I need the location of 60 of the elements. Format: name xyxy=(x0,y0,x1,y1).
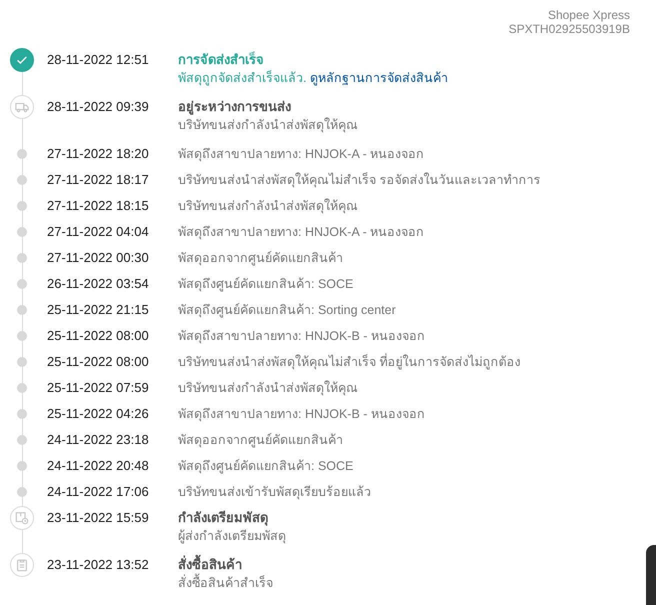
event-title: กำลังเตรียมพัสดุ xyxy=(178,509,269,527)
event-description: พัสดุถึงศูนย์คัดแยกสินค้า: Sorting center xyxy=(178,302,397,319)
event-description: บริษัทขนส่งกำลังนำส่งพัสดุให้คุณ xyxy=(178,116,359,134)
event-time: 24-11-2022 20:48 xyxy=(47,457,150,475)
event-description: พัสดุถึงสาขาปลายทาง: HNJOK-A - หนองจอก xyxy=(178,146,426,163)
event-time: 25-11-2022 07:59 xyxy=(47,379,150,397)
event-description: พัสดุถึงสาขาปลายทาง: HNJOK-B - หนองจอก xyxy=(178,406,426,423)
event-description: พัสดุออกจากศูนย์คัดแยกสินค้า xyxy=(178,250,344,267)
event-time: 27-11-2022 18:20 xyxy=(47,145,150,163)
event-title: อยู่ระหว่างการขนส่ง xyxy=(178,98,292,116)
carrier-name: Shopee Xpress xyxy=(548,8,630,22)
timeline-dot xyxy=(17,305,27,315)
event-description: บริษัทขนส่งนำส่งพัสดุให้คุณไม่สำเร็จ รอจัดส่งในวันและเวลาทำการ xyxy=(178,171,542,189)
event-description: พัสดุถึงสาขาปลายทาง: HNJOK-B - หนองจอก xyxy=(178,328,426,345)
event-description: พัสดุออกจากศูนย์คัดแยกสินค้า xyxy=(178,432,344,449)
timeline-dot xyxy=(17,279,27,289)
event-title: การจัดส่งสำเร็จ xyxy=(178,51,265,69)
timeline-dot xyxy=(17,175,27,185)
timeline-dot xyxy=(17,435,27,445)
package-clock-icon xyxy=(15,511,29,525)
timeline-dot xyxy=(17,331,27,341)
timeline-dot xyxy=(17,461,27,471)
event-time: 27-11-2022 18:15 xyxy=(47,197,150,215)
timeline-dot xyxy=(17,383,27,393)
event-title: สั่งซื้อสินค้า xyxy=(178,556,656,574)
clipboard-icon xyxy=(15,558,29,572)
event-time: 25-11-2022 08:00 xyxy=(47,327,150,345)
event-time: 25-11-2022 21:15 xyxy=(47,301,150,319)
timeline-dot xyxy=(17,253,27,263)
event-time: 24-11-2022 17:06 xyxy=(47,483,150,501)
timeline-dot xyxy=(17,409,27,419)
event-time: 23-11-2022 13:52 xyxy=(47,556,150,574)
event-description: บริษัทขนส่งเข้ารับพัสดุเรียบร้อยแล้ว xyxy=(178,484,372,501)
event-description: ผู้ส่งกำลังเตรียมพัสดุ xyxy=(178,528,287,545)
event-description: บริษัทขนส่งกำลังนำส่งพัสดุให้คุณ xyxy=(178,198,359,215)
event-time: 24-11-2022 23:18 xyxy=(47,431,150,449)
event-description: บริษัทขนส่งนำส่งพัสดุให้คุณไม่สำเร็จ ที่อยู่ในการจัดส่งไม่ถูกต้อง xyxy=(178,353,522,371)
event-description: พัสดุถึงศูนย์คัดแยกสินค้า: SOCE xyxy=(178,458,354,475)
truck-icon xyxy=(15,100,29,114)
event-description: พัสดุถูกจัดส่งสำเร็จแล้ว. xyxy=(178,71,306,85)
event-time: 26-11-2022 03:54 xyxy=(47,275,150,293)
proof-of-delivery-link[interactable]: ดูหลักฐานการจัดส่งสินค้า xyxy=(310,71,448,85)
timeline-dot xyxy=(17,357,27,367)
event-time: 25-11-2022 08:00 xyxy=(47,353,150,371)
event-description: พัสดุถึงศูนย์คัดแยกสินค้า: SOCE xyxy=(178,276,354,293)
event-time: 27-11-2022 18:17 xyxy=(47,171,150,189)
event-description: บริษัทขนส่งกำลังนำส่งพัสดุให้คุณ xyxy=(178,380,359,397)
event-time: 27-11-2022 04:04 xyxy=(47,223,150,241)
event-time: 25-11-2022 04:26 xyxy=(47,405,150,423)
event-time: 28-11-2022 12:51 xyxy=(47,51,150,69)
event-time: 28-11-2022 09:39 xyxy=(47,98,150,116)
event-description: พัสดุถึงสาขาปลายทาง: HNJOK-A - หนองจอก xyxy=(178,224,426,241)
timeline-dot xyxy=(17,487,27,497)
event-time: 27-11-2022 00:30 xyxy=(47,249,150,267)
timeline-dot xyxy=(17,227,27,237)
timeline-dot xyxy=(17,201,27,211)
event-description: สั่งซื้อสินค้าสำเร็จ xyxy=(178,574,656,592)
event-time: 23-11-2022 15:59 xyxy=(47,509,150,527)
tracking-number: SPXTH02925503919B xyxy=(508,22,630,36)
timeline-dot xyxy=(17,149,27,159)
